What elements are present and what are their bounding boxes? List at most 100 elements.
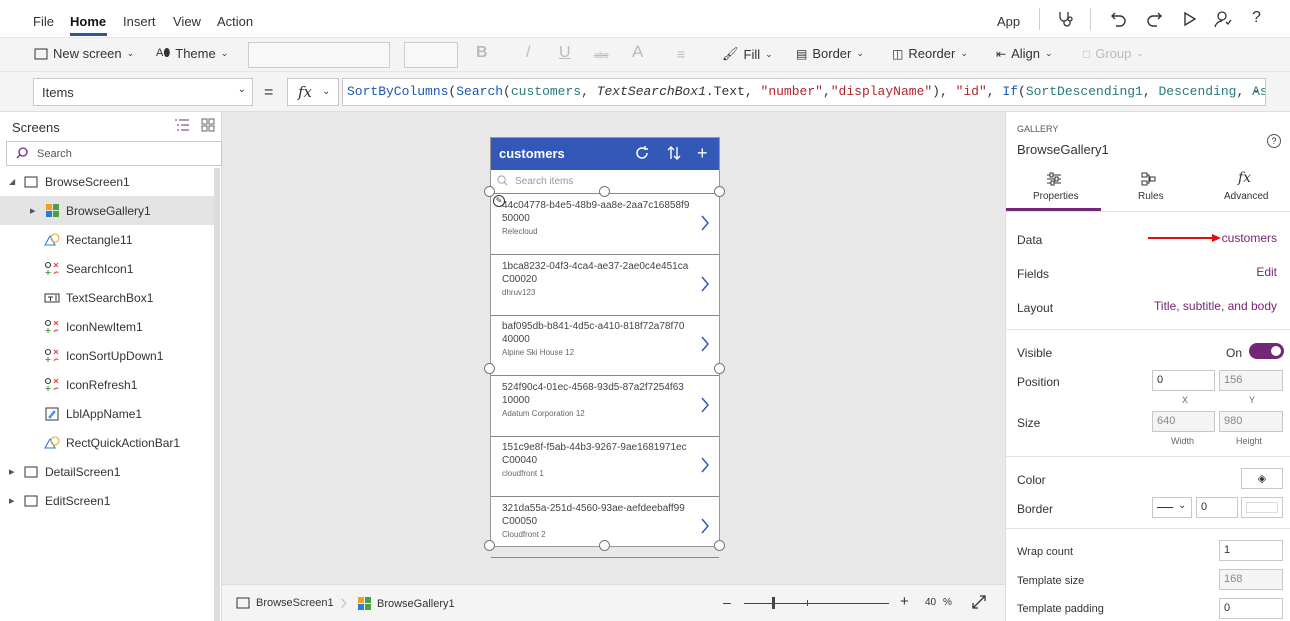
expand-icon[interactable]: ▸ <box>9 494 23 507</box>
color-picker[interactable]: ◈ <box>1241 468 1283 489</box>
gallery-item[interactable]: baf095db-b841-4d5c-a410-818f72a78f70 4000… <box>491 315 719 376</box>
list-view-icon[interactable] <box>174 118 190 132</box>
menu-action[interactable]: Action <box>217 14 253 29</box>
property-select[interactable]: Items ⌄ <box>33 78 253 106</box>
chevron-right-icon[interactable] <box>700 214 710 232</box>
redo-icon[interactable] <box>1145 10 1163 28</box>
border-color-picker[interactable] <box>1241 497 1283 518</box>
template-padding-input[interactable]: 0 <box>1219 598 1283 619</box>
zoom-slider-thumb[interactable] <box>772 597 775 609</box>
add-icon[interactable]: + <box>697 143 708 164</box>
chevron-right-icon[interactable] <box>700 275 710 293</box>
visible-toggle[interactable] <box>1249 343 1284 359</box>
fx-button[interactable]: fx ⌄ <box>287 78 339 106</box>
fit-to-window-icon[interactable] <box>972 595 986 609</box>
edit-gallery-icon[interactable]: ✎ <box>493 195 505 207</box>
theme-button[interactable]: A⬮ Theme ⌄ <box>156 46 228 61</box>
sort-icon[interactable] <box>667 145 681 161</box>
expand-icon[interactable]: ▸ <box>9 465 23 478</box>
formula-input[interactable]: SortByColumns(Search(customers, TextSear… <box>342 78 1266 106</box>
tree-item[interactable]: Rectangle11 <box>0 225 214 254</box>
tree-item[interactable]: IconNewItem1 <box>0 312 214 341</box>
tree-item[interactable]: IconRefresh1 <box>0 370 214 399</box>
zoom-slider[interactable] <box>744 603 889 604</box>
zoom-out-icon[interactable]: – <box>723 594 731 610</box>
user-icon[interactable] <box>1214 10 1232 28</box>
menu-home[interactable]: Home <box>70 14 106 29</box>
position-y-input[interactable]: 156 <box>1219 370 1283 391</box>
tree-item[interactable]: ▸ EditScreen1 <box>0 486 214 515</box>
tab-advanced[interactable]: fx Advanced <box>1196 168 1290 210</box>
italic-button[interactable]: / <box>526 44 530 62</box>
collapse-icon[interactable]: ◢ <box>9 177 23 186</box>
layout-value[interactable]: Title, subtitle, and body <box>1154 299 1277 313</box>
gallery-item[interactable]: 524f90c4-01ec-4568-93d5-87a2f7254f63 1000… <box>491 376 719 437</box>
align-button[interactable]: ⇤ Align ⌄ <box>996 46 1053 61</box>
size-height-input[interactable]: 980 <box>1219 411 1283 432</box>
gallery-item[interactable]: 1bca8232-04f3-4ca4-ae37-2ae0c4e451ca C000… <box>491 255 719 316</box>
resize-handle[interactable] <box>484 363 495 374</box>
tree-item[interactable]: IconSortUpDown1 <box>0 341 214 370</box>
resize-handle[interactable] <box>714 186 725 197</box>
tree-item[interactable]: LblAppName1 <box>0 399 214 428</box>
breadcrumb-screen[interactable]: BrowseScreen1 <box>236 597 334 609</box>
border-button[interactable]: ▤ Border ⌄ <box>796 46 864 61</box>
resize-handle[interactable] <box>714 540 725 551</box>
template-size-input[interactable]: 168 <box>1219 569 1283 590</box>
tab-properties[interactable]: Properties <box>1006 168 1101 210</box>
tree-item[interactable]: TextSearchBox1 <box>0 283 214 312</box>
resize-handle[interactable] <box>599 540 610 551</box>
tree-item[interactable]: ▸ DetailScreen1 <box>0 457 214 486</box>
formula-expand-icon[interactable]: ⌄ <box>1252 84 1260 95</box>
border-width-input[interactable]: 0 <box>1196 497 1238 518</box>
border-style-select[interactable]: ⌄ <box>1152 497 1192 518</box>
gallery-item[interactable]: 151c9e8f-f5ab-44b3-9267-9ae1681971ec C000… <box>491 436 719 497</box>
position-x-input[interactable]: 0 <box>1152 370 1215 391</box>
gallery-item[interactable]: 44c04778-b4e5-48b9-aa8e-2aa7c16858f9 5000… <box>491 194 719 255</box>
chevron-right-icon[interactable] <box>700 456 710 474</box>
help-icon[interactable]: ? <box>1252 9 1261 27</box>
resize-handle[interactable] <box>714 363 725 374</box>
undo-icon[interactable] <box>1110 10 1128 28</box>
resize-handle[interactable] <box>484 540 495 551</box>
refresh-icon[interactable] <box>634 145 650 161</box>
text-align-icon[interactable]: ≡ <box>677 46 685 62</box>
underline-button[interactable]: U <box>559 44 571 62</box>
bold-button[interactable]: B <box>476 44 488 62</box>
app-button[interactable]: App <box>997 14 1020 29</box>
thumbnail-view-icon[interactable] <box>201 118 215 132</box>
help-icon[interactable]: ? <box>1267 134 1281 148</box>
chevron-right-icon[interactable] <box>700 396 710 414</box>
zoom-in-icon[interactable]: + <box>900 593 909 610</box>
new-screen-button[interactable]: New screen ⌄ <box>34 46 134 61</box>
strikethrough-button[interactable]: abc <box>594 50 609 60</box>
tree-item[interactable]: ▸ BrowseGallery1 <box>0 196 214 225</box>
play-icon[interactable] <box>1181 11 1197 27</box>
menu-view[interactable]: View <box>173 14 201 29</box>
tree-item[interactable]: ◢ BrowseScreen1 <box>0 167 214 196</box>
resize-handle[interactable] <box>484 186 495 197</box>
stethoscope-icon[interactable] <box>1057 10 1075 28</box>
expand-icon[interactable]: ▸ <box>30 204 44 217</box>
font-color-button[interactable]: A <box>632 42 643 62</box>
tab-rules[interactable]: Rules <box>1101 168 1196 210</box>
chevron-right-icon[interactable] <box>700 335 710 353</box>
data-source-value[interactable]: customers <box>1222 231 1277 245</box>
browse-gallery[interactable]: 44c04778-b4e5-48b9-aa8e-2aa7c16858f9 5000… <box>491 193 719 558</box>
fields-edit-link[interactable]: Edit <box>1256 265 1277 279</box>
size-width-input[interactable]: 640 <box>1152 411 1215 432</box>
tree-item[interactable]: RectQuickActionBar1 <box>0 428 214 457</box>
reorder-button[interactable]: ◫ Reorder ⌄ <box>892 46 968 61</box>
breadcrumb-control[interactable]: BrowseGallery1 <box>358 597 455 610</box>
group-button[interactable]: □ Group ⌄ <box>1083 46 1144 61</box>
resize-handle[interactable] <box>599 186 610 197</box>
app-preview[interactable]: customers + Search items 44c04778-b4e5-4… <box>490 137 720 558</box>
menu-insert[interactable]: Insert <box>123 14 156 29</box>
tree-search-input[interactable]: Search <box>6 141 222 166</box>
wrap-count-input[interactable]: 1 <box>1219 540 1283 561</box>
font-family-select[interactable] <box>248 42 390 68</box>
menu-file[interactable]: File <box>33 14 54 29</box>
tree-scrollbar[interactable] <box>214 168 220 621</box>
tree-item[interactable]: SearchIcon1 <box>0 254 214 283</box>
chevron-right-icon[interactable] <box>700 517 710 535</box>
